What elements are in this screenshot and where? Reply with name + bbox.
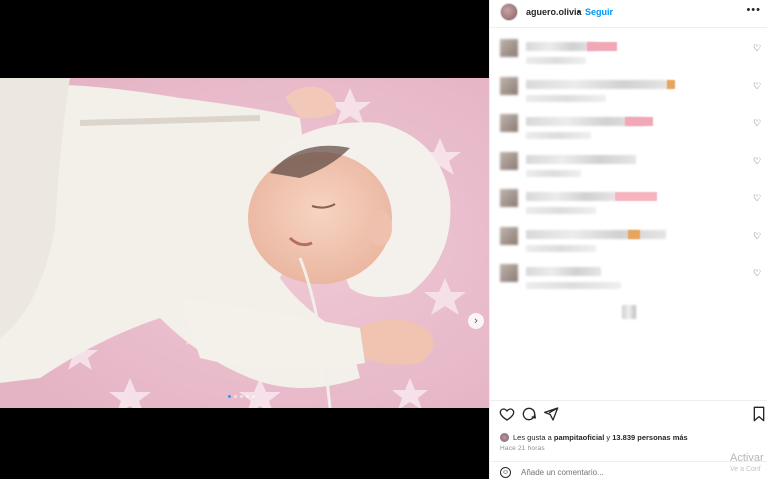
header-divider (490, 27, 767, 28)
comment-row: ♡ (490, 149, 767, 187)
activate-windows-subtext: Ve a Conf (730, 466, 761, 473)
comment-meta-pixelated (526, 207, 596, 214)
comment-like-icon[interactable]: ♡ (753, 156, 763, 166)
separator-dot: • (577, 7, 581, 17)
username-link[interactable]: aguero.olivia (526, 7, 582, 17)
comment-like-icon[interactable]: ♡ (753, 43, 763, 53)
comment-meta-pixelated (526, 57, 586, 64)
carousel-dot (240, 395, 243, 398)
likes-text[interactable]: Les gusta a pampitaoficial y 13.839 pers… (513, 433, 688, 442)
comment-emoji-pixelated (667, 79, 675, 89)
comment-meta-pixelated (526, 244, 596, 252)
commenter-avatar[interactable] (500, 264, 518, 282)
likes-count-link[interactable]: 13.839 personas más (612, 433, 687, 442)
comment-text-pixelated (526, 192, 616, 201)
commenter-avatar[interactable] (500, 76, 518, 95)
next-image-button[interactable]: › (468, 313, 484, 329)
baby-photo-illustration (0, 78, 489, 408)
add-comment-bar: ☺ (490, 465, 767, 479)
comment-divider (490, 461, 767, 462)
chevron-right-icon: › (474, 314, 478, 327)
likes-prefix: Les gusta a (513, 432, 554, 442)
emoji-icon[interactable]: ☺ (500, 467, 511, 478)
bookmark-icon[interactable] (752, 406, 767, 422)
comment-like-icon[interactable]: ♡ (753, 268, 763, 278)
follow-button[interactable]: Seguir (585, 7, 613, 17)
comment-icon[interactable] (521, 406, 537, 422)
comment-row: ♡ (490, 261, 767, 299)
comment-emoji-pixelated (625, 117, 653, 126)
comment-like-icon[interactable]: ♡ (753, 118, 763, 128)
comment-text-pixelated (526, 42, 596, 51)
more-options-icon[interactable]: ••• (746, 4, 761, 16)
liker-avatar[interactable] (500, 432, 509, 442)
post-header: aguero.olivia • Seguir ••• (490, 0, 767, 24)
post-details-panel: aguero.olivia • Seguir ••• ♡ ♡ ♡ ♡ ♡ ♡ ♡ Les g… (489, 0, 767, 479)
send-icon[interactable] (543, 406, 559, 422)
comment-text-pixelated (526, 154, 636, 164)
comment-emoji-pixelated (615, 192, 657, 201)
comment-meta-pixelated (526, 282, 621, 289)
commenter-avatar[interactable] (500, 39, 518, 57)
comment-text-pixelated (526, 79, 671, 89)
commenter-avatar[interactable] (500, 114, 518, 132)
liker-username-link[interactable]: pampitaoficial (554, 433, 604, 442)
comment-like-icon[interactable]: ♡ (753, 81, 763, 91)
comment-emoji-pixelated (587, 42, 617, 51)
action-bar (490, 404, 767, 426)
comment-row: ♡ (490, 224, 767, 262)
comment-meta-pixelated (526, 132, 591, 139)
avatar[interactable] (500, 3, 518, 21)
activate-windows-watermark: Activar (730, 452, 764, 464)
comment-text-pixelated (526, 229, 666, 239)
comment-row: ♡ (490, 111, 767, 149)
comment-meta-pixelated (526, 169, 581, 177)
comment-like-icon[interactable]: ♡ (753, 231, 763, 241)
carousel-dot (246, 395, 249, 398)
comment-row: ♡ (490, 74, 767, 112)
actions-divider (490, 400, 767, 401)
heart-icon[interactable] (499, 406, 515, 422)
comment-emoji-pixelated (628, 229, 640, 239)
carousel-indicator (228, 395, 255, 398)
media-viewer: › (0, 0, 489, 479)
carousel-dot (228, 395, 231, 398)
post-photo[interactable]: › (0, 78, 489, 408)
commenter-avatar[interactable] (500, 189, 518, 207)
comment-input[interactable] (521, 468, 631, 477)
load-more-comments-button[interactable] (622, 305, 636, 319)
post-timestamp[interactable]: Hace 21 horas (500, 445, 545, 452)
comment-row: ♡ (490, 36, 767, 74)
comments-list: ♡ ♡ ♡ ♡ ♡ ♡ ♡ (490, 36, 767, 299)
comment-like-icon[interactable]: ♡ (753, 193, 763, 203)
comment-row: ♡ (490, 186, 767, 224)
commenter-avatar[interactable] (500, 151, 518, 170)
carousel-dot (252, 395, 255, 398)
likes-summary: Les gusta a pampitaoficial y 13.839 pers… (500, 431, 688, 443)
comment-meta-pixelated (526, 94, 606, 102)
commenter-avatar[interactable] (500, 226, 518, 245)
comment-text-pixelated (526, 267, 601, 276)
carousel-dot (234, 395, 237, 398)
